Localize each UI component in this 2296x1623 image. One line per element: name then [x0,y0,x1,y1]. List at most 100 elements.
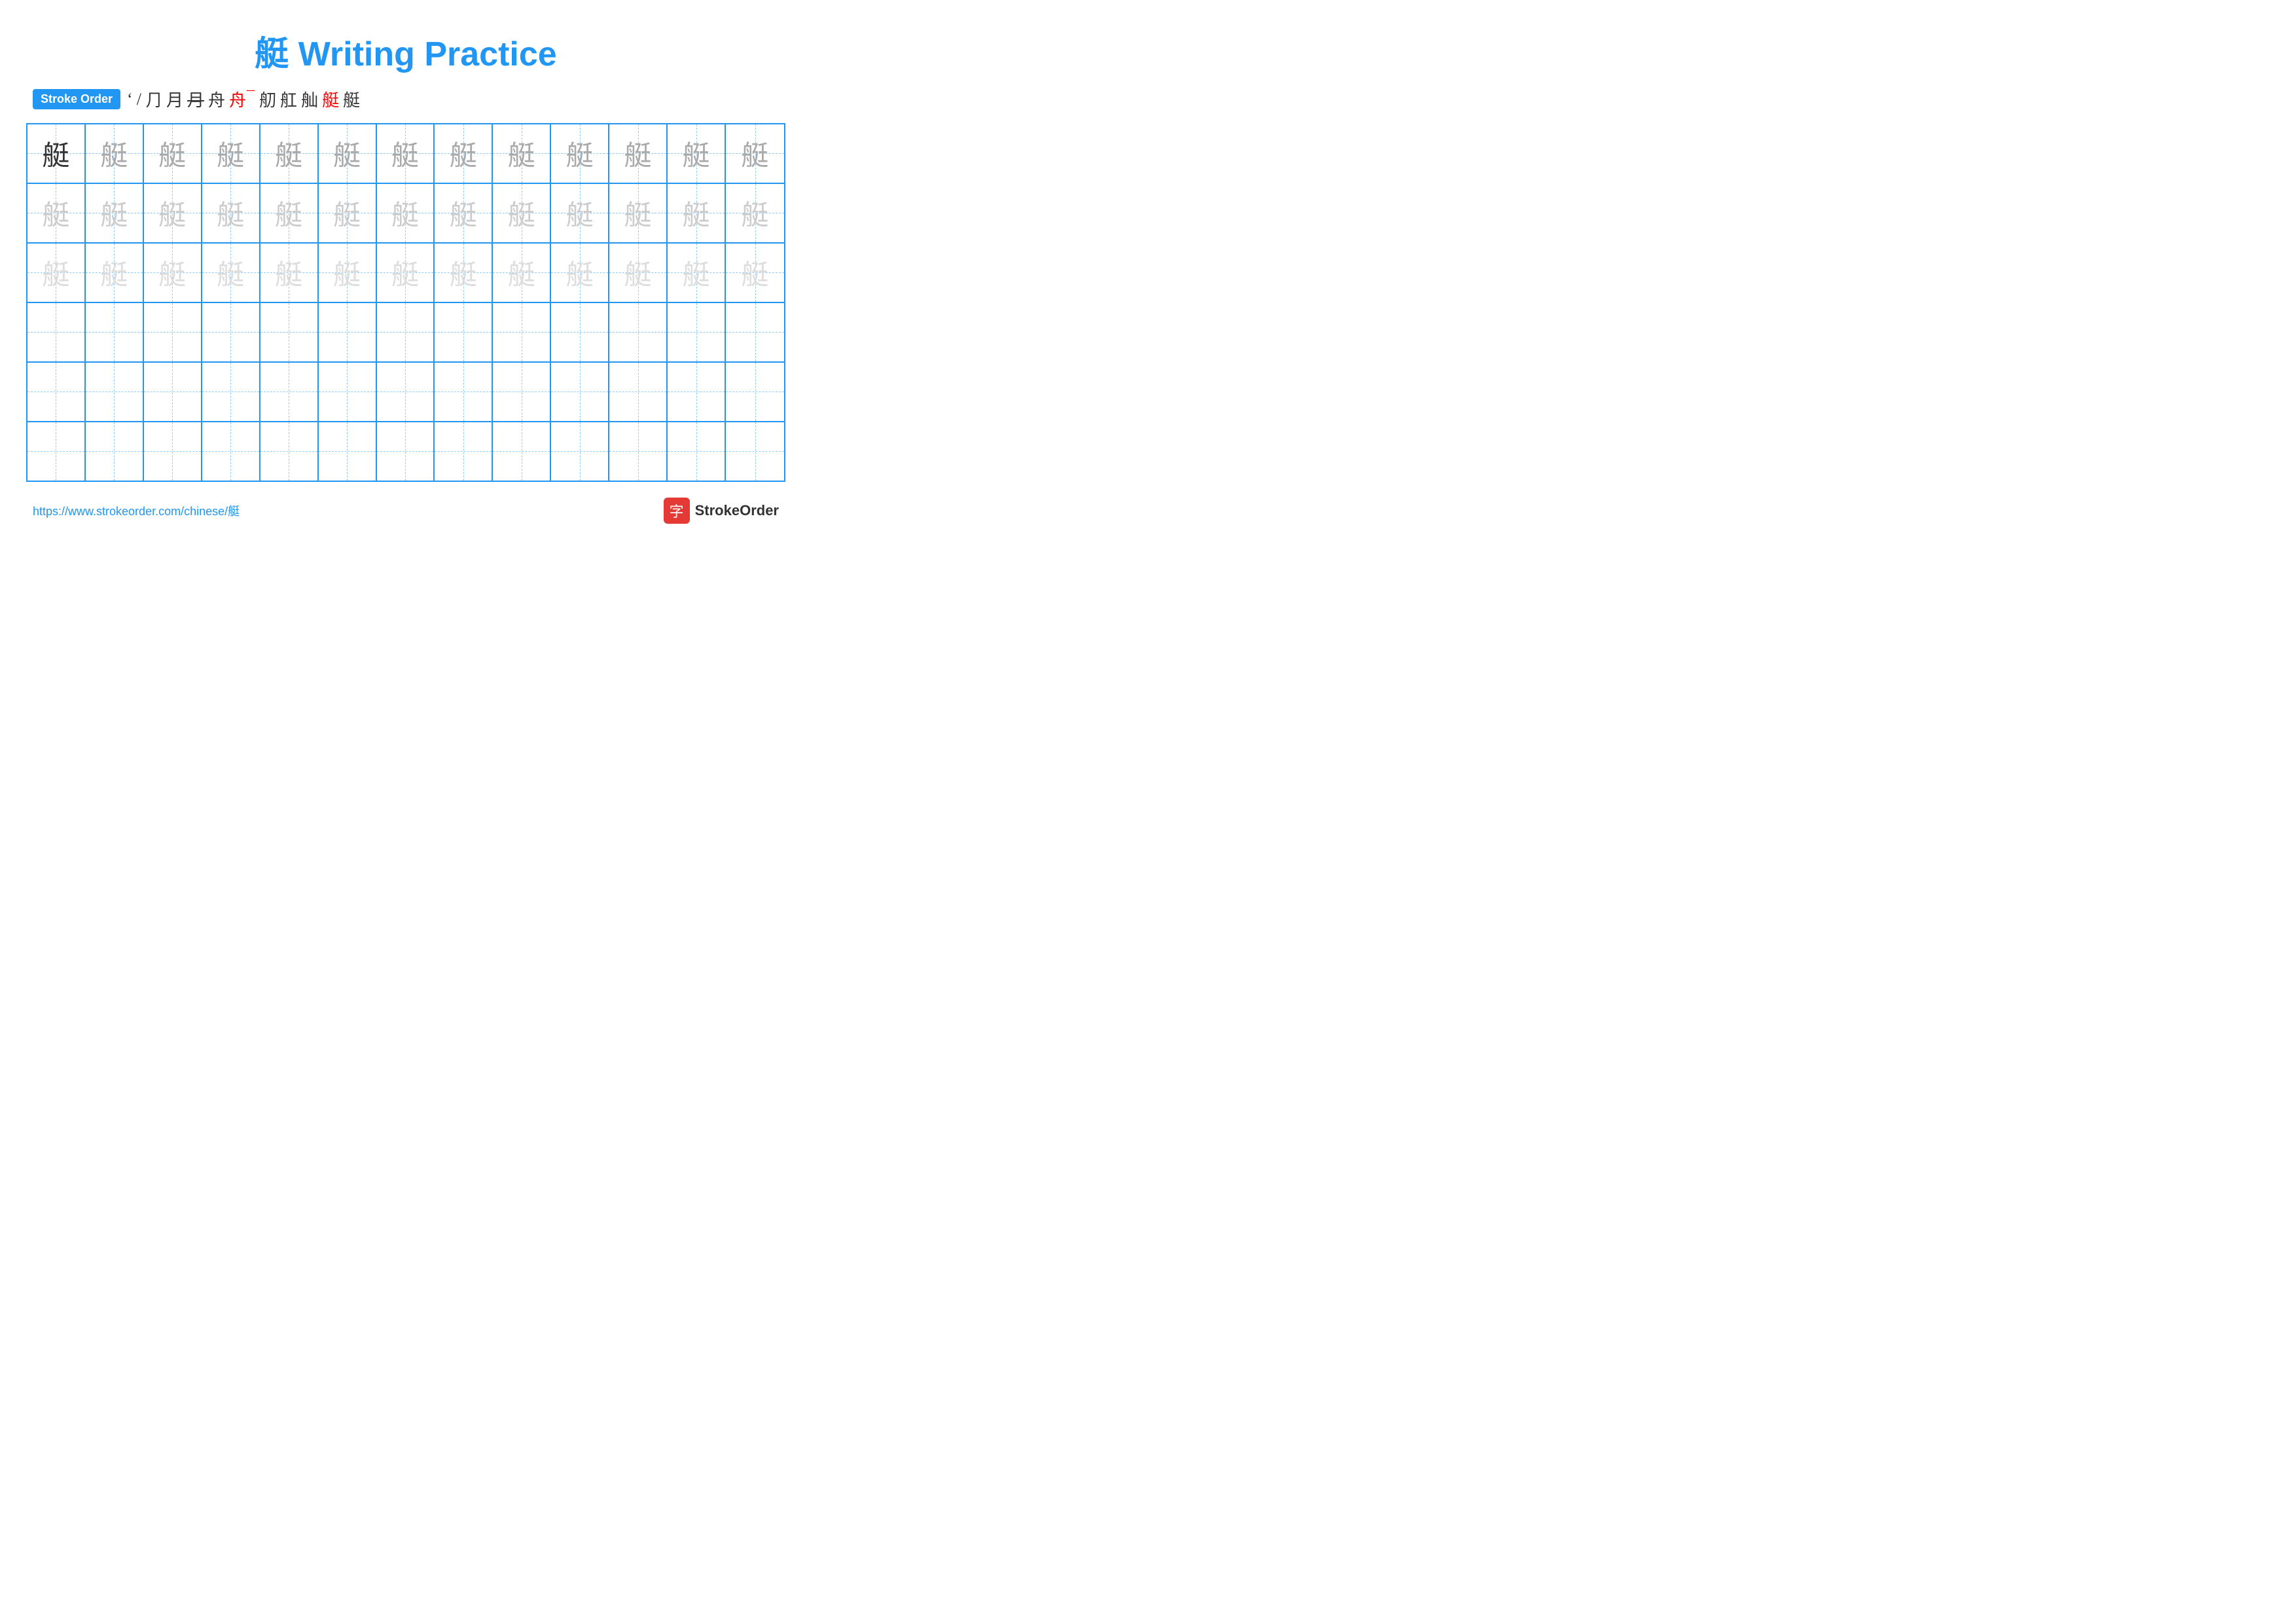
grid-cell-5-10[interactable] [551,363,609,421]
grid-cell-4-4[interactable] [202,303,260,361]
grid-cell-5-4[interactable] [202,363,260,421]
footer: https://www.strokeorder.com/chinese/艇 字 … [26,498,785,524]
grid-cell-6-1[interactable] [27,422,86,481]
char-light: 艇 [158,193,186,233]
grid-row-5[interactable] [27,363,784,422]
grid-cell-1-7: 艇 [377,124,435,183]
char-very-light: 艇 [508,253,535,293]
grid-row-6[interactable] [27,422,784,481]
char-medium: 艇 [158,134,186,173]
grid-cell-6-9[interactable] [493,422,551,481]
grid-cell-4-2[interactable] [86,303,144,361]
char-medium: 艇 [742,134,769,173]
grid-cell-1-2: 艇 [86,124,144,183]
grid-cell-4-6[interactable] [319,303,377,361]
grid-cell-6-3[interactable] [144,422,202,481]
char-very-light: 艇 [683,253,710,293]
char-light: 艇 [508,193,535,233]
char-very-light: 艇 [217,253,244,293]
grid-cell-5-1[interactable] [27,363,86,421]
grid-cell-5-12[interactable] [668,363,726,421]
char-very-light: 艇 [333,253,361,293]
grid-cell-4-10[interactable] [551,303,609,361]
char-light: 艇 [217,193,244,233]
grid-cell-1-13: 艇 [726,124,784,183]
grid-cell-5-2[interactable] [86,363,144,421]
grid-cell-6-10[interactable] [551,422,609,481]
char-very-light: 艇 [275,253,302,293]
grid-cell-6-8[interactable] [435,422,493,481]
grid-cell-4-1[interactable] [27,303,86,361]
grid-cell-5-6[interactable] [319,363,377,421]
char-light: 艇 [42,193,69,233]
grid-cell-6-2[interactable] [86,422,144,481]
char-medium: 艇 [624,134,652,173]
grid-cell-4-5[interactable] [260,303,319,361]
char-light: 艇 [566,193,594,233]
grid-cell-1-9: 艇 [493,124,551,183]
grid-cell-4-8[interactable] [435,303,493,361]
grid-cell-6-5[interactable] [260,422,319,481]
grid-cell-3-2: 艇 [86,244,144,302]
grid-cell-3-5: 艇 [260,244,319,302]
grid-cell-2-10: 艇 [551,184,609,242]
grid-cell-6-12[interactable] [668,422,726,481]
grid-cell-1-3: 艇 [144,124,202,183]
char-dark: 艇 [42,134,69,173]
grid-cell-1-6: 艇 [319,124,377,183]
footer-logo: 字 StrokeOrder [664,498,779,524]
grid-cell-4-12[interactable] [668,303,726,361]
char-medium: 艇 [391,134,419,173]
grid-cell-5-9[interactable] [493,363,551,421]
grid-cell-5-3[interactable] [144,363,202,421]
stroke-step-4: 月 [166,87,183,111]
char-medium: 艇 [508,134,535,173]
grid-cell-2-3: 艇 [144,184,202,242]
stroke-step-12: 艇 [343,87,360,111]
footer-url[interactable]: https://www.strokeorder.com/chinese/艇 [33,502,240,519]
char-light: 艇 [450,193,477,233]
stroke-step-10: 舢 [301,87,318,111]
char-light: 艇 [100,193,128,233]
grid-cell-5-11[interactable] [609,363,668,421]
grid-row-2: 艇 艇 艇 艇 艇 艇 艇 艇 艇 艇 艇 艇 艇 [27,184,784,244]
stroke-step-1: ‘ [127,90,133,109]
stroke-step-8: 舠 [259,87,276,111]
char-very-light: 艇 [42,253,69,293]
grid-cell-6-13[interactable] [726,422,784,481]
grid-cell-6-11[interactable] [609,422,668,481]
grid-cell-1-12: 艇 [668,124,726,183]
grid-cell-3-10: 艇 [551,244,609,302]
grid-cell-4-7[interactable] [377,303,435,361]
grid-cell-4-11[interactable] [609,303,668,361]
char-light: 艇 [742,193,769,233]
char-medium: 艇 [566,134,594,173]
char-light: 艇 [683,193,710,233]
char-medium: 艇 [275,134,302,173]
grid-cell-3-1: 艇 [27,244,86,302]
grid-cell-4-9[interactable] [493,303,551,361]
char-light: 艇 [391,193,419,233]
grid-cell-4-13[interactable] [726,303,784,361]
char-medium: 艇 [100,134,128,173]
grid-cell-2-5: 艇 [260,184,319,242]
char-medium: 艇 [333,134,361,173]
char-very-light: 艇 [742,253,769,293]
grid-cell-5-7[interactable] [377,363,435,421]
stroke-step-3: ⺆ [145,87,162,111]
char-medium: 艇 [217,134,244,173]
grid-cell-1-1: 艇 [27,124,86,183]
grid-cell-6-7[interactable] [377,422,435,481]
char-light: 艇 [333,193,361,233]
grid-cell-4-3[interactable] [144,303,202,361]
grid-cell-6-6[interactable] [319,422,377,481]
grid-cell-1-10: 艇 [551,124,609,183]
grid-cell-5-13[interactable] [726,363,784,421]
grid-cell-6-4[interactable] [202,422,260,481]
grid-cell-3-4: 艇 [202,244,260,302]
grid-cell-5-5[interactable] [260,363,319,421]
grid-row-4[interactable] [27,303,784,363]
grid-cell-5-8[interactable] [435,363,493,421]
stroke-step-7: 舟一 [229,87,255,111]
strokeorder-logo-icon: 字 [664,498,690,524]
